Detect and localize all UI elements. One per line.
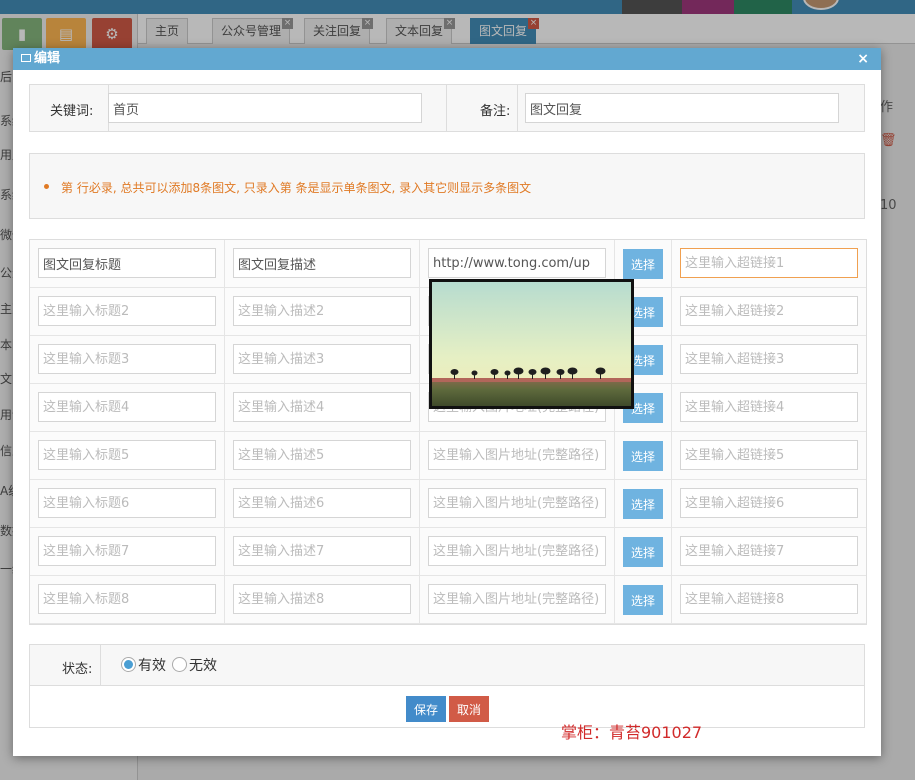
cell-divider <box>614 480 615 528</box>
cell-divider <box>614 576 615 624</box>
status-label: 状态: <box>62 662 93 677</box>
cell-divider <box>224 288 225 336</box>
instructions-section: 第 行必录, 总共可以添加8条图文, 只录入第 条是显示单条图文, 录入其它则显… <box>29 153 865 219</box>
news-row: 选择 <box>30 432 866 480</box>
save-button[interactable]: 保存 <box>406 696 446 722</box>
image-preview <box>429 279 634 409</box>
divider <box>446 85 447 131</box>
title-input[interactable] <box>38 392 216 422</box>
cell-divider <box>419 576 420 624</box>
instruction-note: 第 行必录, 总共可以添加8条图文, 只录入第 条是显示单条图文, 录入其它则显… <box>44 179 531 196</box>
divider <box>517 85 518 131</box>
description-input[interactable] <box>233 488 411 518</box>
landscape-image <box>432 282 631 406</box>
cell-divider <box>224 240 225 288</box>
link-input[interactable] <box>680 536 858 566</box>
cell-divider <box>224 336 225 384</box>
keyword-label: 关键词: <box>50 104 94 119</box>
cell-divider <box>671 576 672 624</box>
status-invalid-radio[interactable] <box>172 657 187 672</box>
description-input[interactable] <box>233 344 411 374</box>
cell-divider <box>224 576 225 624</box>
cell-divider <box>614 432 615 480</box>
link-input[interactable] <box>680 248 858 278</box>
link-input[interactable] <box>680 440 858 470</box>
link-input[interactable] <box>680 296 858 326</box>
status-section: 状态: 有效 无效 <box>29 644 865 728</box>
cell-divider <box>614 528 615 576</box>
keyword-input[interactable] <box>108 93 422 123</box>
remark-label: 备注: <box>480 104 511 119</box>
cancel-button[interactable]: 取消 <box>449 696 489 722</box>
title-input[interactable] <box>38 440 216 470</box>
keyword-section: 关键词: 备注: <box>29 84 865 132</box>
title-input[interactable] <box>38 344 216 374</box>
cell-divider <box>224 528 225 576</box>
cell-divider <box>671 528 672 576</box>
cell-divider <box>419 480 420 528</box>
description-input[interactable] <box>233 296 411 326</box>
cell-divider <box>224 480 225 528</box>
cell-divider <box>419 336 420 384</box>
dialog-header: 编辑 × <box>13 48 881 70</box>
news-row: 选择 <box>30 528 866 576</box>
select-image-button[interactable]: 选择 <box>623 249 663 279</box>
remark-input[interactable] <box>525 93 839 123</box>
instruction-text: 第 行必录, 总共可以添加8条图文, 只录入第 条是显示单条图文, 录入其它则显… <box>61 181 532 195</box>
status-valid-radio[interactable] <box>121 657 136 672</box>
divider <box>100 645 101 685</box>
select-image-button[interactable]: 选择 <box>623 537 663 567</box>
image-url-input[interactable] <box>428 248 606 278</box>
cell-divider <box>419 288 420 336</box>
news-row: 选择 <box>30 480 866 528</box>
cell-divider <box>671 480 672 528</box>
news-row: 选择 <box>30 576 866 624</box>
title-input[interactable] <box>38 296 216 326</box>
status-invalid-label[interactable]: 无效 <box>189 655 217 675</box>
status-valid-label[interactable]: 有效 <box>138 655 166 675</box>
description-input[interactable] <box>233 392 411 422</box>
cell-divider <box>671 384 672 432</box>
link-input[interactable] <box>680 488 858 518</box>
watermark-text: 掌柜：青苔901027 <box>561 723 703 742</box>
select-image-button[interactable]: 选择 <box>623 489 663 519</box>
link-input[interactable] <box>680 392 858 422</box>
select-image-button[interactable]: 选择 <box>623 585 663 615</box>
description-input[interactable] <box>233 248 411 278</box>
cell-divider <box>224 384 225 432</box>
cell-divider <box>671 336 672 384</box>
select-image-button[interactable]: 选择 <box>623 441 663 471</box>
link-input[interactable] <box>680 344 858 374</box>
title-input[interactable] <box>38 248 216 278</box>
link-input[interactable] <box>680 584 858 614</box>
dialog-title: 编辑 <box>34 51 61 66</box>
description-input[interactable] <box>233 536 411 566</box>
description-input[interactable] <box>233 440 411 470</box>
cell-divider <box>671 240 672 288</box>
image-url-input[interactable] <box>428 536 606 566</box>
title-input[interactable] <box>38 584 216 614</box>
cell-divider <box>419 528 420 576</box>
cell-divider <box>224 432 225 480</box>
bullet-icon <box>44 184 49 189</box>
cell-divider <box>671 288 672 336</box>
status-row: 状态: 有效 无效 <box>30 645 864 686</box>
title-input[interactable] <box>38 488 216 518</box>
image-url-input[interactable] <box>428 584 606 614</box>
cell-divider <box>419 432 420 480</box>
description-input[interactable] <box>233 584 411 614</box>
image-url-input[interactable] <box>428 488 606 518</box>
cell-divider <box>419 240 420 288</box>
image-url-input[interactable] <box>428 440 606 470</box>
edit-dialog: 编辑 × 关键词: 备注: 第 行必录, 总共可以添加8条图文, 只录入第 条是… <box>13 48 881 756</box>
close-icon[interactable]: × <box>857 48 869 70</box>
cell-divider <box>419 384 420 432</box>
title-input[interactable] <box>38 536 216 566</box>
cell-divider <box>671 432 672 480</box>
window-icon <box>21 53 31 62</box>
